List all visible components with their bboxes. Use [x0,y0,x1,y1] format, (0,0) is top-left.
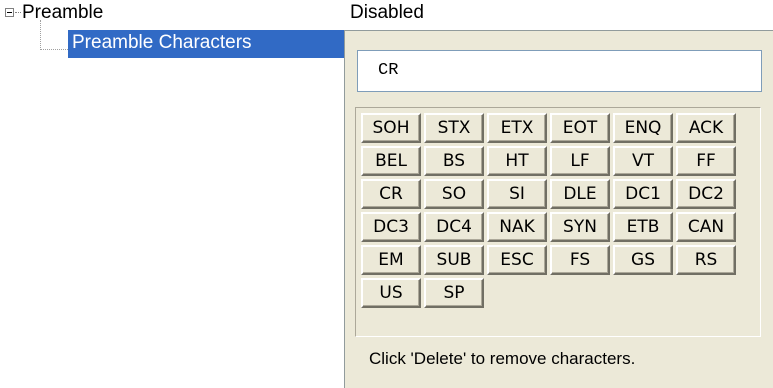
key-si-button[interactable]: SI [487,179,547,209]
key-gs-button[interactable]: GS [613,245,673,275]
delete-hint: Click 'Delete' to remove characters. [369,349,636,368]
key-soh-button[interactable]: SOH [361,113,421,143]
key-can-button[interactable]: CAN [676,212,736,242]
key-syn-button[interactable]: SYN [550,212,610,242]
key-so-button[interactable]: SO [424,179,484,209]
key-etx-button[interactable]: ETX [487,113,547,143]
key-stx-button[interactable]: STX [424,113,484,143]
tree-node-preamble-characters[interactable]: Preamble Characters [68,30,344,58]
key-lf-button[interactable]: LF [550,146,610,176]
key-cr-button[interactable]: CR [361,179,421,209]
key-em-button[interactable]: EM [361,245,421,275]
key-ack-button[interactable]: ACK [676,113,736,143]
tree-node-preamble[interactable]: Preamble [22,2,103,24]
character-editor-popup: CR SOH STX ETX EOT ENQ ACK BEL BS HT LF VT FF CR SO SI… [344,30,773,388]
preamble-value[interactable]: Disabled [350,2,424,24]
key-fs-button[interactable]: FS [550,245,610,275]
key-dc3-button[interactable]: DC3 [361,212,421,242]
key-grid: SOH STX ETX EOT ENQ ACK BEL BS HT LF VT FF CR SO SI DLE… [361,113,736,308]
tree-connector [40,20,41,50]
key-rs-button[interactable]: RS [676,245,736,275]
key-enq-button[interactable]: ENQ [613,113,673,143]
key-eot-button[interactable]: EOT [550,113,610,143]
key-dle-button[interactable]: DLE [550,179,610,209]
key-ht-button[interactable]: HT [487,146,547,176]
key-bel-button[interactable]: BEL [361,146,421,176]
control-character-keypad: SOH STX ETX EOT ENQ ACK BEL BS HT LF VT FF CR SO SI DLE… [355,107,761,337]
key-sp-button[interactable]: SP [424,278,484,308]
key-dc4-button[interactable]: DC4 [424,212,484,242]
characters-input[interactable]: CR [357,50,762,92]
tree-connector [40,49,68,50]
key-sub-button[interactable]: SUB [424,245,484,275]
key-vt-button[interactable]: VT [613,146,673,176]
key-us-button[interactable]: US [361,278,421,308]
key-dc1-button[interactable]: DC1 [613,179,673,209]
tree-connector [15,12,21,13]
key-etb-button[interactable]: ETB [613,212,673,242]
key-dc2-button[interactable]: DC2 [676,179,736,209]
key-bs-button[interactable]: BS [424,146,484,176]
key-nak-button[interactable]: NAK [487,212,547,242]
key-esc-button[interactable]: ESC [487,245,547,275]
key-ff-button[interactable]: FF [676,146,736,176]
collapse-icon[interactable] [5,8,14,17]
